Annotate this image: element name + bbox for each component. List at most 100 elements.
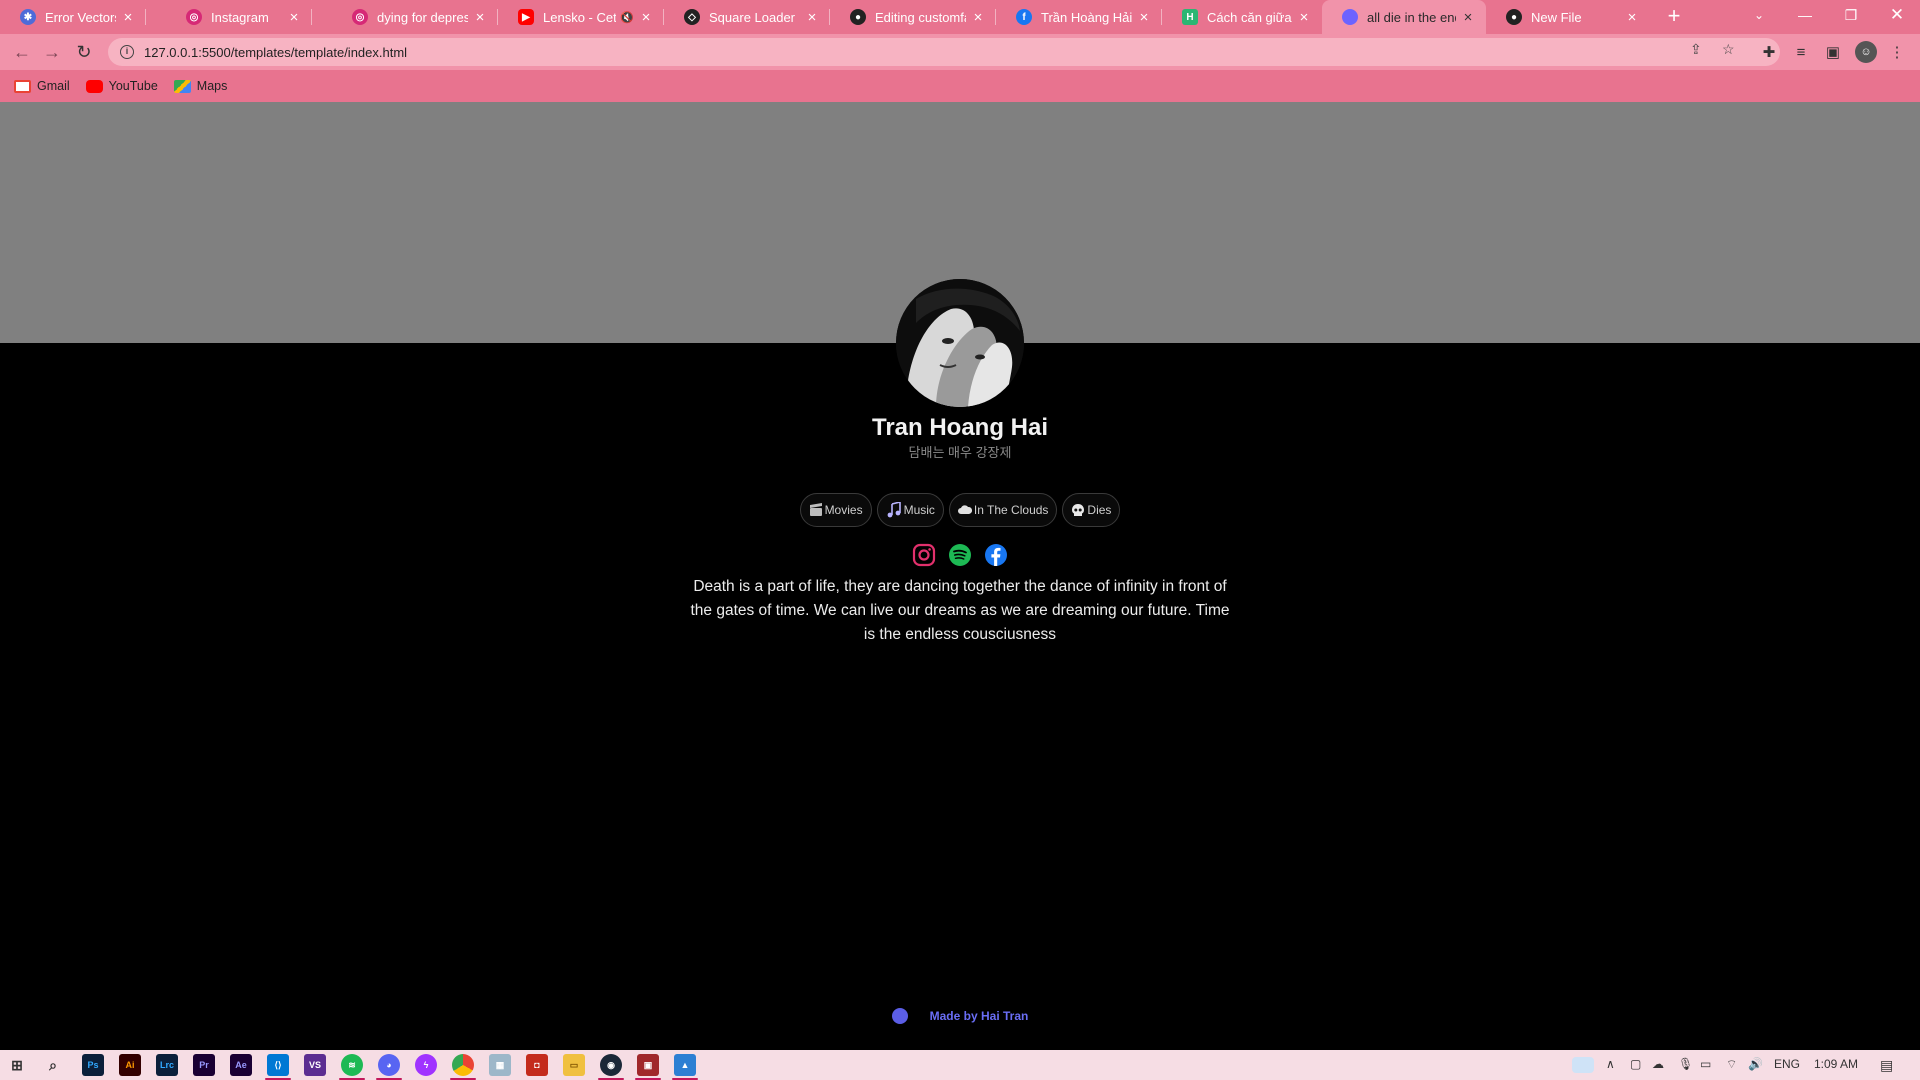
reload-button[interactable]: ↻ [70,38,98,66]
onedrive-cloud-icon[interactable]: ☁ [1652,1057,1664,1071]
wifi-icon[interactable]: ⌔ [1726,1057,1737,1072]
menu-kebab-icon[interactable]: ⋮ [1886,41,1908,63]
page-dot-icon [1342,9,1358,25]
messenger-icon[interactable]: ϟ [415,1054,437,1076]
vscode-icon[interactable]: ⟨⟩ [265,1054,291,1080]
tag-in-the-clouds[interactable]: In The Clouds [948,493,1058,527]
maps-icon [173,79,191,93]
profile-avatar[interactable]: ☺ [1855,41,1877,63]
address-bar[interactable]: i 127.0.0.1:5500/templates/template/inde… [108,38,1780,66]
tab-search-chevron-icon[interactable]: ⌄ [1736,0,1782,30]
back-button[interactable]: ← [8,38,36,66]
tab-lensko-cetus[interactable]: ▶ Lensko - Cetus 🔇 × [498,0,664,34]
social-links [0,543,1920,567]
gmail-icon [14,79,31,93]
page-content: Tran Hoang Hai 담배는 매우 강장제 Movies Music I… [0,102,1920,1050]
close-icon[interactable]: × [970,9,986,26]
avatar-portrait-image [896,279,1024,407]
close-icon[interactable]: × [804,9,820,26]
premiere-icon[interactable]: Pr [193,1054,215,1076]
facebook-icon[interactable] [984,543,1008,567]
restore-button[interactable]: ❐ [1828,0,1874,30]
tab-square-loader[interactable]: ◇ Square Loader × [664,0,830,34]
new-tab-button[interactable]: + [1661,4,1687,30]
speaker-muted-icon[interactable]: 🔇 [620,11,634,24]
profile-name: Tran Hoang Hai [871,414,1049,441]
notification-center-icon[interactable]: ▤ [1880,1057,1893,1074]
file-explorer-icon[interactable]: ▭ [563,1054,585,1076]
bookmarks-bar: Gmail YouTube Maps [0,70,1920,102]
footer-credit: Made by Hai Tran [0,1008,1920,1024]
battery-icon[interactable]: ▭ [1700,1057,1711,1071]
discord-icon[interactable]: ◕ [376,1054,402,1080]
instagram-icon: ◎ [352,9,368,25]
volume-icon[interactable]: 🔊 [1748,1057,1763,1071]
lightroom-classic-icon[interactable]: Lrc [156,1054,178,1076]
search-icon[interactable]: ⌕ [42,1054,64,1076]
bookmark-star-icon[interactable]: ☆ [1722,41,1735,58]
app-icon-red[interactable]: ◘ [526,1054,548,1076]
tag-dies[interactable]: Dies [1062,493,1121,527]
chrome-icon[interactable] [450,1054,476,1080]
extensions-puzzle-icon[interactable]: ✚ [1758,41,1780,63]
github-icon: ● [850,9,866,25]
youtube-icon [85,79,103,93]
minimize-button[interactable]: — [1782,0,1828,30]
show-hidden-icons-chevron[interactable]: ∧ [1606,1057,1615,1071]
skull-icon [1072,504,1085,516]
close-icon[interactable]: × [472,9,488,26]
tab-new-file[interactable]: ● New File × [1486,0,1650,34]
side-panel-icon[interactable]: ▣ [1822,41,1844,63]
close-icon[interactable]: × [120,9,136,26]
site-info-icon[interactable]: i [120,45,134,59]
close-window-button[interactable]: ✕ [1874,0,1920,30]
url-text[interactable]: 127.0.0.1:5500/templates/template/index.… [144,45,407,60]
image-viewer-icon[interactable]: ▲ [672,1054,698,1080]
close-icon[interactable]: × [1136,9,1152,26]
credit-text[interactable]: Made by Hai Tran [930,1009,1029,1023]
tab-strip: ✱ Error Vectors, Photos × ◎ Instagram × … [0,0,1920,34]
illustrator-icon[interactable]: Ai [119,1054,141,1076]
tab-dying-for-depression[interactable]: ◎ dying for depression × [332,0,498,34]
page-dot-icon [891,1008,908,1024]
instagram-icon[interactable] [912,543,936,567]
profile-subtitle: 담배는 매우 강장제 [908,445,1012,460]
windows-start-icon[interactable]: ⊞ [6,1054,28,1076]
spotify-icon[interactable] [948,543,972,567]
tag-music[interactable]: Music [876,493,944,527]
language-indicator[interactable]: ENG [1774,1057,1800,1071]
close-icon[interactable]: × [286,9,302,26]
tag-movies[interactable]: Movies [799,493,872,527]
close-icon[interactable]: × [1296,9,1312,26]
game-app-icon[interactable]: ▣ [635,1054,661,1080]
steam-icon[interactable]: ◉ [598,1054,624,1080]
tab-all-die-in-the-end[interactable]: all die in the end × [1322,0,1486,34]
clock[interactable]: 1:09 AM [1814,1057,1858,1071]
media-controls-icon[interactable]: ≡ [1790,41,1812,63]
close-icon[interactable]: × [1624,9,1640,26]
music-note-icon [887,502,901,518]
weather-icon[interactable] [1572,1057,1594,1073]
after-effects-icon[interactable]: Ae [230,1054,252,1076]
spotify-icon[interactable]: ≋ [339,1054,365,1080]
tab-instagram[interactable]: ◎ Instagram × [166,0,312,34]
share-icon[interactable]: ⇪ [1690,41,1702,58]
tab-cach-can-giua-anh[interactable]: H Cách căn giữa ảnh × [1162,0,1322,34]
microphone-icon[interactable]: 🎙 [1678,1057,1693,1071]
visual-studio-icon[interactable]: VS [304,1054,326,1076]
bookmark-youtube[interactable]: YouTube [85,79,158,93]
windows-taskbar: ⊞ ⌕ Ps Ai Lrc Pr Ae ⟨⟩ VS ≋ ◕ ϟ ▦ ◘ ▭ ◉ … [0,1050,1920,1080]
tab-error-vectors[interactable]: ✱ Error Vectors, Photos × [0,0,146,34]
forward-button[interactable]: → [38,38,66,66]
bookmark-maps[interactable]: Maps [173,79,227,93]
tab-facebook-profile[interactable]: f Trần Hoàng Hải | F × [996,0,1162,34]
bookmark-gmail[interactable]: Gmail [14,79,70,93]
close-icon[interactable]: × [638,9,654,26]
tab-editing-customface[interactable]: ● Editing customface × [830,0,996,34]
site-icon: H [1182,9,1198,25]
photoshop-icon[interactable]: Ps [82,1054,104,1076]
browser-toolbar: ← → ↻ i 127.0.0.1:5500/templates/templat… [0,34,1920,70]
close-icon[interactable]: × [1460,9,1476,26]
meet-now-icon[interactable]: ▢ [1630,1057,1641,1071]
photos-icon[interactable]: ▦ [489,1054,511,1076]
